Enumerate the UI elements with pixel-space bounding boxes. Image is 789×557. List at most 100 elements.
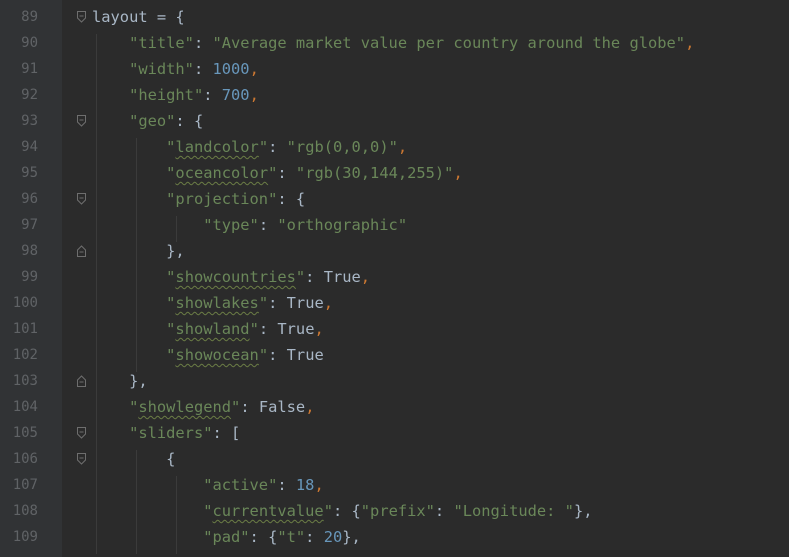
- dict-key: "t": [277, 528, 306, 546]
- code-text: "geo": {: [92, 112, 203, 130]
- punctuation: },: [573, 502, 593, 520]
- code-line[interactable]: 91 "width": 1000,: [0, 56, 789, 82]
- code-line[interactable]: 99 "showcountries": True,: [0, 264, 789, 290]
- comma: ,: [360, 268, 371, 286]
- line-number: 97: [21, 217, 38, 233]
- code-line[interactable]: 102 "showocean": True: [0, 342, 789, 368]
- dict-key: showocean: [175, 346, 259, 364]
- punctuation: :: [268, 346, 287, 364]
- comma: ,: [249, 86, 259, 104]
- number-value: 20: [323, 528, 343, 546]
- fold-close-icon[interactable]: [76, 244, 87, 258]
- code-line[interactable]: 100 "showlakes": True,: [0, 290, 789, 316]
- comma: ,: [314, 320, 324, 338]
- punctuation: :: [305, 528, 324, 546]
- number-value: 1000: [212, 60, 250, 78]
- code-text: "showlegend": False,: [92, 398, 314, 416]
- line-number: 101: [12, 321, 38, 337]
- line-number: 105: [12, 425, 38, 441]
- fold-close-icon[interactable]: [76, 374, 87, 388]
- quote: ": [258, 138, 269, 156]
- code-text: "showland": True,: [92, 320, 324, 338]
- punctuation: :: [258, 216, 278, 234]
- bool-value: True: [286, 346, 324, 364]
- number-value: 700: [221, 86, 250, 104]
- code-text: "projection": {: [92, 190, 305, 208]
- code-line[interactable]: 94 "landcolor": "rgb(0,0,0)",: [0, 134, 789, 160]
- string-value: "rgb(30,144,255)": [295, 164, 454, 182]
- punctuation: :: [268, 294, 287, 312]
- code-text: "sliders": [: [92, 424, 240, 442]
- code-line[interactable]: 96 "projection": {: [0, 186, 789, 212]
- punctuation: : {: [332, 502, 361, 520]
- code-text: "height": 700,: [92, 86, 259, 104]
- code-line[interactable]: 92 "height": 700,: [0, 82, 789, 108]
- bool-value: True: [323, 268, 361, 286]
- line-number: 94: [21, 139, 38, 155]
- punctuation: :: [203, 86, 222, 104]
- code-text: "landcolor": "rgb(0,0,0)",: [92, 138, 407, 156]
- code-text: "showcountries": True,: [92, 268, 370, 286]
- fold-open-icon[interactable]: [76, 10, 87, 24]
- code-text: "pad": {"t": 20},: [92, 528, 361, 546]
- code-line[interactable]: 106 {: [0, 446, 789, 472]
- punctuation: : [: [212, 424, 241, 442]
- code-line[interactable]: 93 "geo": {: [0, 108, 789, 134]
- line-number: 103: [12, 373, 38, 389]
- dict-key: showlegend: [138, 398, 232, 416]
- dict-key: showcountries: [175, 268, 296, 286]
- dict-key: "pad": [203, 528, 250, 546]
- code-line[interactable]: 95 "oceancolor": "rgb(30,144,255)",: [0, 160, 789, 186]
- code-line[interactable]: 101 "showland": True,: [0, 316, 789, 342]
- code-line[interactable]: 108 "currentvalue": {"prefix": "Longitud…: [0, 498, 789, 524]
- code-text: },: [92, 242, 185, 260]
- quote: ": [323, 502, 333, 520]
- bool-value: False: [258, 398, 306, 416]
- code-text: "active": 18,: [92, 476, 324, 494]
- dict-key: "title": [129, 34, 194, 52]
- dict-key: "sliders": [129, 424, 213, 442]
- code-text: "oceancolor": "rgb(30,144,255)",: [92, 164, 463, 182]
- punctuation: },: [342, 528, 361, 546]
- code-text: "width": 1000,: [92, 60, 259, 78]
- code-line[interactable]: 107 "active": 18,: [0, 472, 789, 498]
- fold-open-icon[interactable]: [76, 426, 87, 440]
- punctuation: {: [166, 450, 176, 468]
- code-text: {: [92, 450, 175, 468]
- fold-open-icon[interactable]: [76, 192, 87, 206]
- fold-open-icon[interactable]: [76, 452, 87, 466]
- code-text: layout = {: [92, 8, 185, 26]
- code-line[interactable]: 98 },: [0, 238, 789, 264]
- dict-key: landcolor: [175, 138, 259, 156]
- code-text: "showlakes": True,: [92, 294, 333, 312]
- dict-key: currentvalue: [212, 502, 324, 520]
- code-line[interactable]: 97 "type": "orthographic": [0, 212, 789, 238]
- fold-open-icon[interactable]: [76, 114, 87, 128]
- code-line[interactable]: 89 layout = {: [0, 4, 789, 30]
- quote: ": [258, 346, 269, 364]
- code-line[interactable]: 90 "title": "Average market value per co…: [0, 30, 789, 56]
- code-line[interactable]: 103 },: [0, 368, 789, 394]
- code-line[interactable]: 109 "pad": {"t": 20},: [0, 524, 789, 550]
- line-number: 98: [21, 243, 38, 259]
- string-value: "Longitude: ": [453, 502, 574, 520]
- punctuation: },: [129, 372, 148, 390]
- bool-value: True: [277, 320, 315, 338]
- number-value: 18: [295, 476, 315, 494]
- code-line[interactable]: 105 "sliders": [: [0, 420, 789, 446]
- punctuation: : {: [277, 190, 306, 208]
- comma: ,: [249, 60, 259, 78]
- punctuation: },: [166, 242, 185, 260]
- dict-key: showland: [175, 320, 250, 338]
- code-line[interactable]: 104 "showlegend": False,: [0, 394, 789, 420]
- dict-key: "active": [203, 476, 278, 494]
- code-editor[interactable]: 89 layout = { 90 "title": "Average marke…: [0, 0, 789, 557]
- comma: ,: [685, 34, 695, 52]
- dict-key: "geo": [129, 112, 176, 130]
- comma: ,: [397, 138, 408, 156]
- variable-name: layout: [92, 8, 148, 26]
- punctuation: :: [305, 268, 324, 286]
- dict-key: "width": [129, 60, 194, 78]
- string-value: "Average market value per country around…: [212, 34, 686, 52]
- punctuation: :: [193, 34, 213, 52]
